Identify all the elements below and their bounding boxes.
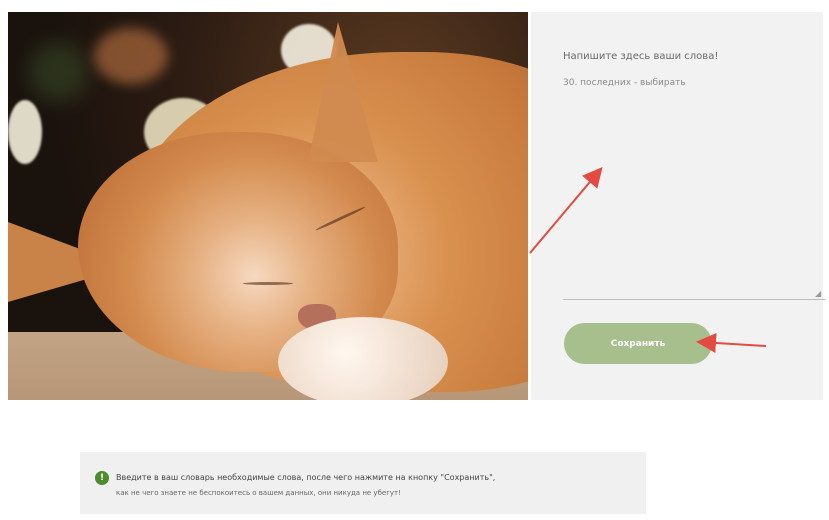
cat-paw [278,317,448,400]
save-button[interactable]: Сохранить [564,323,712,364]
cat-eye [243,282,293,285]
bokeh-light [28,42,88,102]
form-title: Напишите здесь ваши слова! [563,51,719,62]
word-form-panel: Напишите здесь ваши слова! 30. последних… [531,12,825,400]
notice-text-line2: как не чего знаете не беспокоитесь о ваш… [116,489,401,497]
bokeh-light [94,28,168,84]
notice-text-line1: Введите в ваш словарь необходимые слова,… [116,473,496,482]
page: Напишите здесь ваши слова! 30. последних… [0,0,829,520]
resize-grip-icon[interactable]: ◢ [815,290,821,298]
form-subtitle: 30. последних - выбирать [563,78,686,88]
bokeh-light [8,100,42,164]
info-notice: ! Введите в ваш словарь необходимые слов… [80,452,646,514]
info-icon: ! [95,471,109,485]
words-textarea[interactable] [563,107,825,300]
cat-ear [308,22,378,162]
cat-photo [8,12,528,400]
